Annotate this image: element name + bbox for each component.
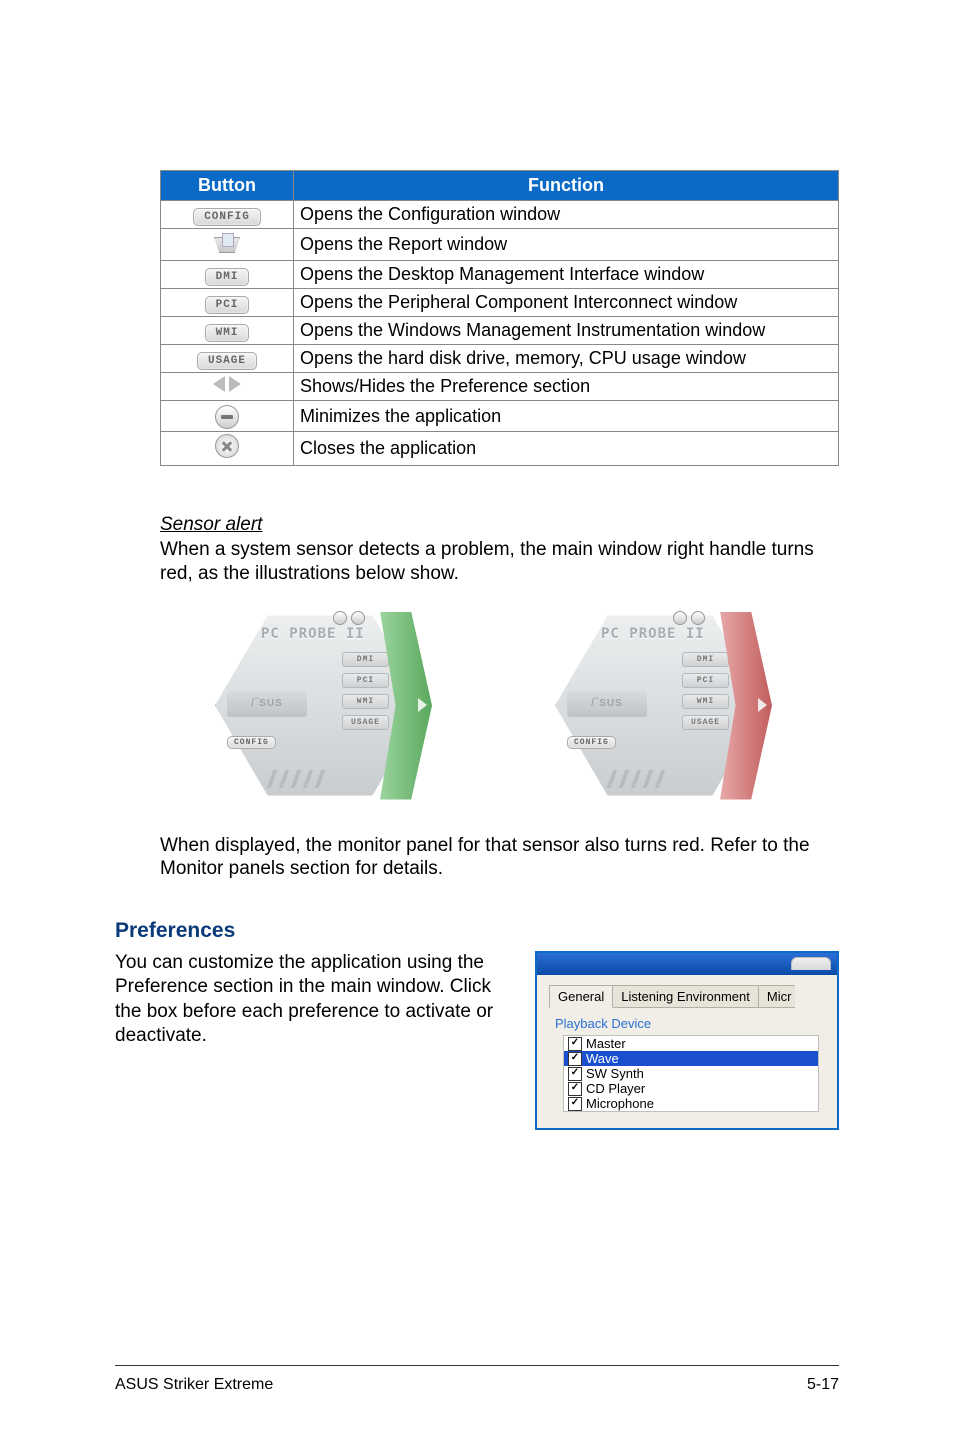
dmi-button[interactable]: DMI xyxy=(682,652,729,667)
table-row: DMI Opens the Desktop Management Interfa… xyxy=(161,261,839,289)
preferences-text: You can customize the application using … xyxy=(115,951,510,1048)
config-button[interactable]: CONFIG xyxy=(227,736,276,749)
tab-microphone[interactable]: Micr xyxy=(758,985,796,1008)
checkbox-icon[interactable] xyxy=(568,1082,582,1096)
sensor-alert-heading: Sensor alert xyxy=(160,514,839,536)
table-row: PCI Opens the Peripheral Component Inter… xyxy=(161,289,839,317)
checkbox-icon[interactable] xyxy=(568,1097,582,1111)
checkbox-icon[interactable] xyxy=(568,1037,582,1051)
header-button: Button xyxy=(161,171,294,201)
function-text: Opens the Configuration window xyxy=(294,201,839,229)
expand-arrow-icon xyxy=(758,698,767,712)
function-text: Shows/Hides the Preference section xyxy=(294,373,839,401)
config-button-icon: CONFIG xyxy=(193,208,261,226)
close-icon[interactable] xyxy=(691,611,705,625)
function-text: Opens the hard disk drive, memory, CPU u… xyxy=(294,345,839,373)
sensor-alert-paragraph-1: When a system sensor detects a problem, … xyxy=(160,538,839,586)
function-text: Opens the Peripheral Component Interconn… xyxy=(294,289,839,317)
expand-arrow-icon xyxy=(418,698,427,712)
header-function: Function xyxy=(294,171,839,201)
function-text: Opens the Report window xyxy=(294,229,839,261)
dmi-button-icon: DMI xyxy=(205,268,250,286)
dmi-button[interactable]: DMI xyxy=(342,652,389,667)
preferences-titlebar xyxy=(537,953,837,975)
sensor-alert-paragraph-2: When displayed, the monitor panel for th… xyxy=(160,834,839,882)
button-function-table: Button Function CONFIG Opens the Configu… xyxy=(160,170,839,466)
wmi-button-icon: WMI xyxy=(205,324,250,342)
pci-button[interactable]: PCI xyxy=(682,673,729,688)
checkbox-icon[interactable] xyxy=(568,1052,582,1066)
tab-general[interactable]: General xyxy=(549,985,613,1008)
function-text: Closes the application xyxy=(294,432,839,466)
list-item[interactable]: Master xyxy=(564,1036,818,1051)
device-label: SW Synth xyxy=(586,1066,644,1081)
device-label: CD Player xyxy=(586,1081,645,1096)
asus-logo: /‾SUS xyxy=(227,691,307,717)
function-text: Minimizes the application xyxy=(294,401,839,432)
minimize-icon[interactable] xyxy=(673,611,687,625)
preferences-tabs: General Listening Environment Micr xyxy=(549,985,825,1008)
device-label: Wave xyxy=(586,1051,619,1066)
list-item[interactable]: CD Player xyxy=(564,1081,818,1096)
preferences-window: General Listening Environment Micr Playb… xyxy=(535,951,839,1130)
preferences-heading: Preferences xyxy=(115,919,839,943)
titlebar-tab-icon xyxy=(791,957,831,970)
minimize-icon xyxy=(215,405,239,429)
footer-product-name: ASUS Striker Extreme xyxy=(115,1376,273,1394)
pci-button-icon: PCI xyxy=(205,296,250,314)
asus-logo: /‾SUS xyxy=(567,691,647,717)
checkbox-icon[interactable] xyxy=(568,1067,582,1081)
list-item[interactable]: Microphone xyxy=(564,1096,818,1111)
function-text: Opens the Desktop Management Interface w… xyxy=(294,261,839,289)
pc-probe-logo: PC PROBE II xyxy=(601,626,705,642)
device-label: Master xyxy=(586,1036,626,1051)
show-hide-arrows-icon xyxy=(213,376,241,392)
playback-device-list: Master Wave SW Synth CD Player Microphon… xyxy=(563,1035,819,1112)
page-number: 5-17 xyxy=(807,1376,839,1394)
table-row: USAGE Opens the hard disk drive, memory,… xyxy=(161,345,839,373)
pc-probe-window-alert: PC PROBE II /‾SUS CONFIG DMI PCI WMI USA… xyxy=(555,606,765,806)
wmi-button[interactable]: WMI xyxy=(682,694,729,709)
list-item[interactable]: SW Synth xyxy=(564,1066,818,1081)
list-item[interactable]: Wave xyxy=(564,1051,818,1066)
table-row: Closes the application xyxy=(161,432,839,466)
usage-button[interactable]: USAGE xyxy=(342,715,389,730)
wmi-button[interactable]: WMI xyxy=(342,694,389,709)
report-icon xyxy=(212,231,242,253)
minimize-icon[interactable] xyxy=(333,611,347,625)
usage-button[interactable]: USAGE xyxy=(682,715,729,730)
close-icon xyxy=(215,434,239,458)
tab-listening-environment[interactable]: Listening Environment xyxy=(612,985,759,1008)
table-row: Opens the Report window xyxy=(161,229,839,261)
footer-divider xyxy=(115,1365,839,1366)
playback-device-label: Playback Device xyxy=(555,1016,825,1031)
pci-button[interactable]: PCI xyxy=(342,673,389,688)
pc-probe-window-normal: PC PROBE II /‾SUS CONFIG DMI PCI WMI USA… xyxy=(215,606,425,806)
usage-button-icon: USAGE xyxy=(197,352,257,370)
table-row: Minimizes the application xyxy=(161,401,839,432)
table-row: WMI Opens the Windows Management Instrum… xyxy=(161,317,839,345)
function-text: Opens the Windows Management Instrumenta… xyxy=(294,317,839,345)
table-row: Shows/Hides the Preference section xyxy=(161,373,839,401)
close-icon[interactable] xyxy=(351,611,365,625)
pc-probe-logo: PC PROBE II xyxy=(261,626,365,642)
device-label: Microphone xyxy=(586,1096,654,1111)
table-row: CONFIG Opens the Configuration window xyxy=(161,201,839,229)
config-button[interactable]: CONFIG xyxy=(567,736,616,749)
